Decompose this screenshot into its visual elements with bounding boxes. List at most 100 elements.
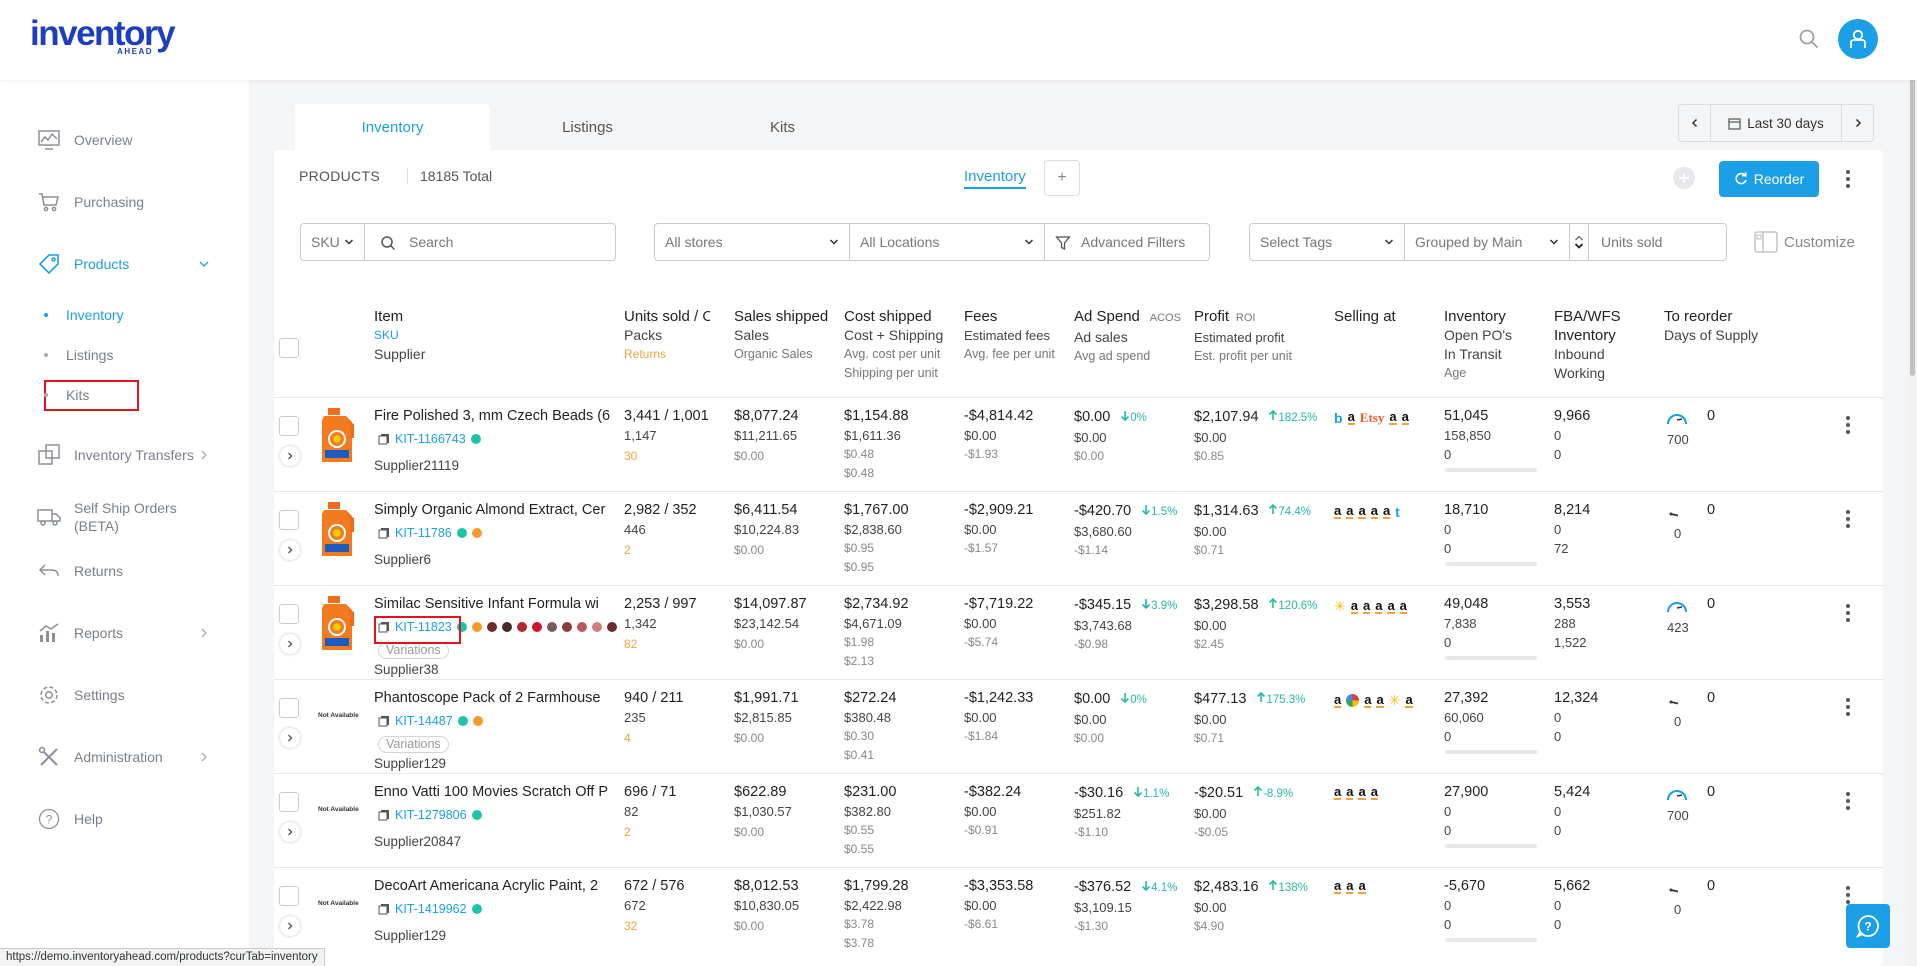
row-checkbox[interactable] <box>279 698 299 718</box>
sort-toggle[interactable] <box>1569 223 1589 261</box>
row-options-icon[interactable] <box>1845 510 1851 528</box>
product-sku-link[interactable]: KIT-1419962 <box>395 902 467 916</box>
header-inventory[interactable]: Inventory Open PO's In Transit Age <box>1444 307 1512 383</box>
sidebar-item-help[interactable]: ? Help <box>0 797 249 841</box>
search-icon[interactable] <box>1797 27 1821 51</box>
expand-row-button[interactable] <box>280 822 300 842</box>
header-selling-at[interactable]: Selling at <box>1334 307 1396 326</box>
sidebar-subitem-inventory[interactable]: Inventory <box>44 300 124 330</box>
copy-icon[interactable] <box>378 715 390 727</box>
expand-row-button[interactable] <box>280 446 300 466</box>
product-image[interactable] <box>316 408 358 464</box>
sidebar-item-products[interactable]: Products <box>0 242 249 286</box>
header-cost-shipped[interactable]: Cost shipped Cost + Shipping Avg. cost p… <box>844 307 943 383</box>
product-image[interactable] <box>316 502 358 558</box>
expand-row-button[interactable] <box>280 540 300 560</box>
product-sku-link[interactable]: KIT-14487 <box>395 714 453 728</box>
store-b-logo-icon: b <box>1334 410 1343 426</box>
tab-listings[interactable]: Listings <box>490 104 685 150</box>
brand-logo[interactable]: inventory AHEAD <box>30 14 176 60</box>
search-input[interactable]: Search <box>409 234 453 250</box>
product-name[interactable]: Simply Organic Almond Extract, Cer <box>374 502 622 518</box>
row-options-icon[interactable] <box>1845 886 1851 904</box>
tab-kits[interactable]: Kits <box>685 104 880 150</box>
estimated-fees-value: $0.00 <box>964 522 997 537</box>
product-name[interactable]: DecoArt Americana Acrylic Paint, 2 <box>374 878 622 894</box>
locations-select[interactable]: All Locations <box>849 223 1045 261</box>
sidebar-item-self-ship-orders[interactable]: Self Ship Orders (BETA) <box>0 495 249 539</box>
copy-icon[interactable] <box>378 433 390 445</box>
product-image[interactable] <box>316 596 358 652</box>
table-row[interactable]: Similac Sensitive Infant Formula wi KIT-1… <box>274 585 1883 679</box>
sidebar-item-inventory-transfers[interactable]: Inventory Transfers <box>0 433 249 477</box>
ad-sales-value: $0.00 <box>1074 430 1107 445</box>
advanced-filters-button[interactable]: Advanced Filters <box>1044 223 1210 261</box>
tags-select[interactable]: Select Tags <box>1249 223 1405 261</box>
row-checkbox[interactable] <box>279 792 299 812</box>
copy-icon[interactable] <box>378 809 390 821</box>
header-item[interactable]: Item SKU Supplier <box>374 307 425 364</box>
search-input-wrapper[interactable]: Search <box>364 223 616 261</box>
row-checkbox[interactable] <box>279 886 299 906</box>
table-row[interactable]: Simply Organic Almond Extract, Cer KIT-11… <box>274 491 1883 585</box>
stores-select[interactable]: All stores <box>654 223 850 261</box>
expand-row-button[interactable] <box>280 916 300 936</box>
sidebar-item-settings[interactable]: Settings <box>0 673 249 717</box>
date-prev-button[interactable] <box>1679 105 1711 141</box>
sidebar-item-administration[interactable]: Administration <box>0 735 249 779</box>
header-fees[interactable]: Fees Estimated fees Avg. fee per unit <box>964 307 1055 364</box>
copy-icon[interactable] <box>378 527 390 539</box>
sidebar-subitem-kits[interactable]: Kits <box>44 380 89 410</box>
add-circle-button[interactable] <box>1673 167 1695 189</box>
more-options-icon[interactable] <box>1845 170 1851 188</box>
expand-row-button[interactable] <box>280 728 300 748</box>
header-profit[interactable]: Profit ROI Estimated profit Est. profit … <box>1194 307 1292 366</box>
sidebar-item-reports[interactable]: Reports <box>0 611 249 655</box>
select-all-checkbox[interactable] <box>279 338 299 358</box>
table-row[interactable]: Not Available Phantoscope Pack of 2 Farmh… <box>274 679 1883 773</box>
row-checkbox[interactable] <box>279 416 299 436</box>
variations-badge[interactable]: Variations <box>378 736 449 753</box>
product-name[interactable]: Enno Vatti 100 Movies Scratch Off P <box>374 784 622 800</box>
copy-icon[interactable] <box>378 903 390 915</box>
customize-button[interactable]: Customize <box>1754 231 1855 253</box>
search-field-select[interactable]: SKU <box>300 223 365 261</box>
product-name[interactable]: Similac Sensitive Infant Formula wi <box>374 596 622 612</box>
add-view-button[interactable]: + <box>1044 160 1080 196</box>
row-options-icon[interactable] <box>1845 698 1851 716</box>
expand-row-button[interactable] <box>280 634 300 654</box>
table-row[interactable]: Not Available Enno Vatti 100 Movies Scrat… <box>274 773 1883 867</box>
product-name[interactable]: Fire Polished 3, mm Czech Beads (6 <box>374 408 622 424</box>
table-row[interactable]: Not Available DecoArt Americana Acrylic P… <box>274 867 1883 961</box>
row-options-icon[interactable] <box>1845 792 1851 810</box>
header-sales-shipped[interactable]: Sales shipped Sales Organic Sales <box>734 307 828 364</box>
row-options-icon[interactable] <box>1845 604 1851 622</box>
date-range-select[interactable]: Last 30 days <box>1711 105 1841 141</box>
sidebar-item-returns[interactable]: Returns <box>0 549 249 593</box>
view-tab-inventory[interactable]: Inventory <box>964 168 1026 189</box>
header-units-sold[interactable]: Units sold / Orders Packs Returns <box>624 307 710 364</box>
user-avatar[interactable] <box>1838 19 1878 59</box>
product-name[interactable]: Phantoscope Pack of 2 Farmhouse <box>374 690 622 706</box>
row-options-icon[interactable] <box>1845 416 1851 434</box>
page-scrollbar[interactable] <box>1908 0 1917 966</box>
table-row[interactable]: Fire Polished 3, mm Czech Beads (6 KIT-11… <box>274 397 1883 491</box>
tab-inventory[interactable]: Inventory <box>295 104 490 150</box>
header-to-reorder[interactable]: To reorder Days of Supply <box>1664 307 1758 345</box>
header-fba[interactable]: FBA/WFS Inventory Inbound Working <box>1554 307 1621 383</box>
grouped-select[interactable]: Grouped by Main <box>1404 223 1570 261</box>
row-checkbox[interactable] <box>279 604 299 624</box>
product-sku-link[interactable]: KIT-1166743 <box>395 432 466 446</box>
product-sku-link[interactable]: KIT-11786 <box>395 526 452 540</box>
reorder-button[interactable]: Reorder <box>1719 161 1819 197</box>
help-chat-button[interactable]: ? <box>1846 904 1890 948</box>
row-checkbox[interactable] <box>279 510 299 530</box>
variations-badge[interactable]: Variations <box>378 642 449 659</box>
sidebar-subitem-listings[interactable]: Listings <box>44 340 113 370</box>
units-sold-input[interactable]: Units sold <box>1588 223 1727 261</box>
sidebar-item-purchasing[interactable]: Purchasing <box>0 180 249 224</box>
product-sku-link[interactable]: KIT-1279806 <box>395 808 467 822</box>
header-ad-spend[interactable]: Ad Spend ACOS Ad sales Avg ad spend <box>1074 307 1181 366</box>
date-next-button[interactable] <box>1841 105 1873 141</box>
sidebar-item-overview[interactable]: Overview <box>0 118 249 162</box>
